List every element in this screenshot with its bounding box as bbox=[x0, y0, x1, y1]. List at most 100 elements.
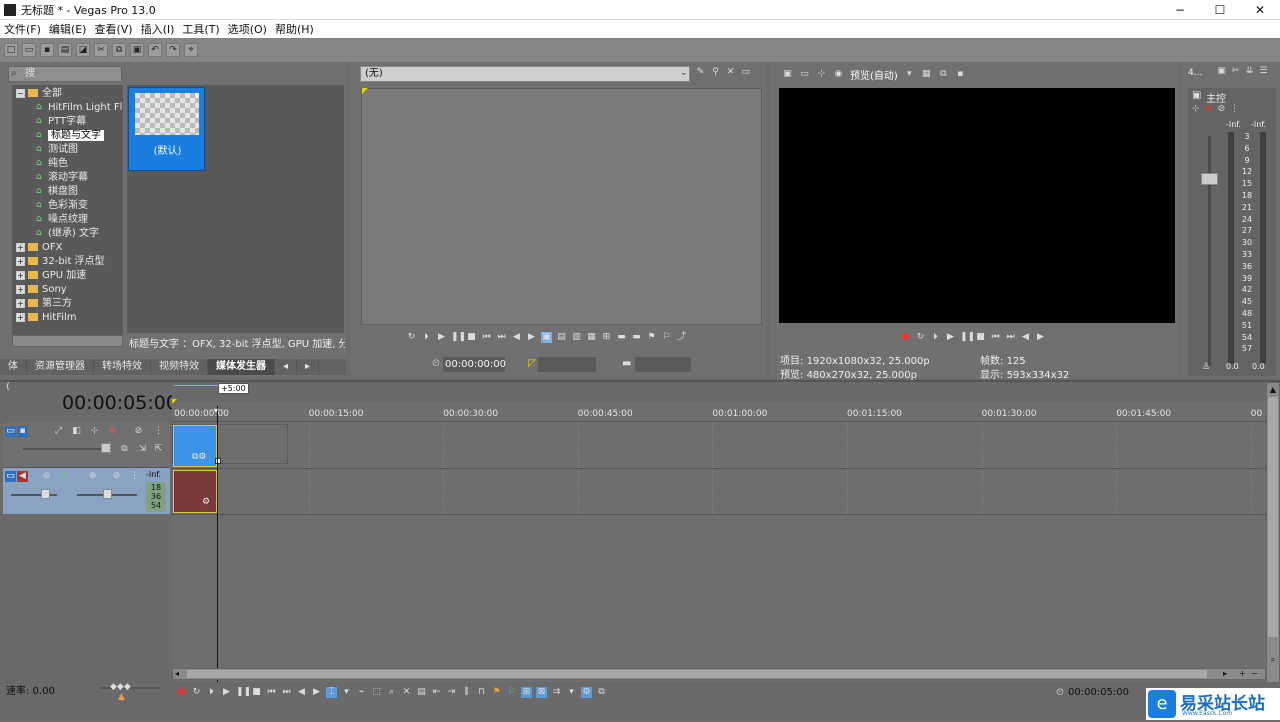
auto-crossfade-icon[interactable]: ⊠ bbox=[536, 687, 547, 698]
mixer-properties-icon[interactable]: ▣ bbox=[1216, 66, 1227, 77]
open-folder-icon[interactable]: ▭ bbox=[22, 43, 36, 57]
track-fx-icon[interactable]: ⊹ bbox=[59, 471, 70, 482]
chevron-down-icon[interactable]: ▾ bbox=[341, 687, 352, 698]
playhead-cursor[interactable] bbox=[217, 406, 218, 684]
rate-slider[interactable]: ◆◆◆ bbox=[110, 682, 131, 692]
mixer-down-icon[interactable]: ⇊ bbox=[1244, 66, 1255, 77]
zoom-tool-icon[interactable]: ⌕ bbox=[386, 687, 397, 698]
paste-icon[interactable]: ▣ bbox=[130, 43, 144, 57]
collapse-icon[interactable]: − bbox=[16, 88, 25, 98]
scroll-right-icon[interactable]: ▸ bbox=[1223, 669, 1227, 678]
region-icon[interactable]: ▬ bbox=[616, 332, 627, 343]
play-icon[interactable]: ▶ bbox=[436, 332, 447, 343]
tab-transitions[interactable]: 转场特效 bbox=[94, 359, 151, 375]
properties-icon[interactable]: ◪ bbox=[76, 43, 90, 57]
play-icon[interactable]: ▶ bbox=[945, 332, 956, 343]
tree-item-checkerboard[interactable]: ⌂ 棋盘图 bbox=[36, 185, 78, 199]
close-button[interactable]: ✕ bbox=[1240, 0, 1280, 20]
menu-tools[interactable]: 工具(T) bbox=[178, 21, 223, 37]
ignore-grouping-icon[interactable]: ⧉ bbox=[596, 687, 607, 698]
tab-edge[interactable]: 体 bbox=[0, 359, 27, 375]
selection-tool-icon[interactable]: ⬚ bbox=[371, 687, 382, 698]
fx-chain-icon[interactable]: ⊹ bbox=[1190, 104, 1201, 115]
collapse-left-icon[interactable]: ⟨ bbox=[6, 382, 10, 392]
trim-end-icon[interactable]: ⇥ bbox=[446, 687, 457, 698]
new-file-icon[interactable]: □ bbox=[4, 43, 18, 57]
tree-item-hitfilm-flare[interactable]: ⌂HitFilm Light Flar bbox=[36, 101, 123, 115]
split-screen-icon[interactable]: ⊹ bbox=[816, 69, 827, 80]
play-from-start-icon[interactable]: ⏵ bbox=[930, 332, 941, 343]
track-fx-icon[interactable]: ⊹ bbox=[89, 426, 100, 437]
go-end-icon[interactable]: ⏭ bbox=[1005, 332, 1016, 343]
tree-item-hitfilm[interactable]: + HitFilm bbox=[16, 311, 77, 325]
minimize-button[interactable]: − bbox=[1160, 0, 1200, 20]
trimmer-pin-icon[interactable]: ⚲ bbox=[710, 67, 721, 78]
maximize-button[interactable]: ☐ bbox=[1200, 0, 1240, 20]
tree-item-legacy-text[interactable]: ⌂ (继承) 文字 bbox=[36, 227, 99, 241]
add-track-icon[interactable]: ▥ bbox=[571, 332, 582, 343]
expand-icon[interactable]: + bbox=[16, 312, 25, 322]
rate-reset-icon[interactable]: ▲ bbox=[118, 692, 125, 702]
mute-icon[interactable]: ⊛ bbox=[107, 426, 118, 437]
snapping-icon[interactable]: ⊞ bbox=[521, 687, 532, 698]
motion-icon[interactable]: ⤢ bbox=[53, 426, 64, 437]
chevron-down-icon[interactable]: ⌄ bbox=[680, 68, 688, 78]
solo-icon[interactable]: ⊘ bbox=[1216, 104, 1227, 115]
stop-icon[interactable]: ■ bbox=[251, 687, 262, 698]
expand-icon[interactable]: + bbox=[16, 242, 25, 252]
mixer-menu-icon[interactable]: ☰ bbox=[1258, 66, 1269, 77]
tree-hscrollbar[interactable] bbox=[12, 335, 123, 347]
scroll-up-icon[interactable]: ▲ bbox=[1267, 385, 1279, 394]
go-start-icon[interactable]: ⏮ bbox=[481, 332, 492, 343]
trimmer-monitor-icon[interactable]: ▭ bbox=[740, 67, 751, 78]
tree-item-32bit[interactable]: +32-bit 浮点型 bbox=[16, 255, 105, 269]
undo-icon[interactable]: ↶ bbox=[148, 43, 162, 57]
zoom-in-icon[interactable]: + bbox=[1239, 669, 1246, 678]
grid-icon[interactable]: ▦ bbox=[921, 69, 932, 80]
loop-icon[interactable]: ↻ bbox=[406, 332, 417, 343]
audio-track-header[interactable]: ▭ ◀ ⊝ ⊹ ⊛ ⊘ ⋮ -Inf. 18 36 54 bbox=[3, 468, 170, 514]
region2-icon[interactable]: ▬ bbox=[631, 332, 642, 343]
cut-icon[interactable]: ✂ bbox=[94, 43, 108, 57]
vscroll-thumb[interactable] bbox=[1268, 397, 1278, 637]
video-preview[interactable] bbox=[779, 88, 1175, 323]
external-monitor-icon[interactable]: ▭ bbox=[799, 69, 810, 80]
region-flag-icon[interactable]: ⚐ bbox=[506, 687, 517, 698]
zoom-icon[interactable]: ⌕ bbox=[1267, 655, 1279, 665]
chevron-down-icon[interactable]: ▾ bbox=[904, 69, 915, 80]
trimmer-close-icon[interactable]: ✕ bbox=[725, 67, 736, 78]
tab-media-generators[interactable]: 媒体发生器 bbox=[208, 359, 275, 375]
go-start-icon[interactable]: ⏮ bbox=[266, 687, 277, 698]
timeline-vscrollbar[interactable]: ▲ ⌕ bbox=[1266, 382, 1280, 684]
stop-icon[interactable]: ■ bbox=[466, 332, 477, 343]
mixer-tab[interactable]: 4... bbox=[1188, 68, 1202, 78]
trimmer-dropdown[interactable]: (无) bbox=[360, 66, 690, 82]
tree-item-gpu[interactable]: + GPU 加速 bbox=[16, 269, 86, 283]
ripple-icon[interactable]: ⇉ bbox=[551, 687, 562, 698]
scroll-left-icon[interactable]: ◂ bbox=[175, 669, 179, 678]
trimmer-view[interactable] bbox=[361, 88, 762, 325]
menu-view[interactable]: 查看(V) bbox=[90, 21, 136, 37]
copy-snapshot-icon[interactable]: ⧉ bbox=[938, 69, 949, 80]
loop-icon[interactable]: ↻ bbox=[915, 332, 926, 343]
tree-item-solid-color[interactable]: ⌂ 纯色 bbox=[36, 157, 68, 171]
go-start-icon[interactable]: ⏮ bbox=[990, 332, 1001, 343]
track-menu-icon[interactable]: ⋮ bbox=[129, 471, 140, 482]
redo-icon[interactable]: ↷ bbox=[166, 43, 180, 57]
menu-edit[interactable]: 编辑(E) bbox=[45, 21, 91, 37]
volume-slider[interactable] bbox=[41, 489, 50, 499]
trim-start-icon[interactable]: ⇤ bbox=[431, 687, 442, 698]
preset-default[interactable]: (默认) bbox=[128, 87, 205, 171]
go-end-icon[interactable]: ⏭ bbox=[281, 687, 292, 698]
copy-icon[interactable]: ⧉ bbox=[112, 43, 126, 57]
time-ruler[interactable]: 00:00:00:00 00:00:15:00 00:00:30:00 00:00:4… bbox=[172, 406, 1266, 422]
next-frame-icon[interactable]: ▶ bbox=[1035, 332, 1046, 343]
expand-icon[interactable]: + bbox=[16, 284, 25, 294]
tree-item-third-party[interactable]: + 第三方 bbox=[16, 297, 72, 311]
pan-slider[interactable] bbox=[103, 489, 112, 499]
pause-icon[interactable]: ❚❚ bbox=[960, 332, 975, 343]
audio-clip[interactable]: ⚙ bbox=[173, 470, 217, 513]
composite-mode-icon[interactable]: ⧉ bbox=[119, 444, 130, 455]
hscroll-thumb[interactable] bbox=[187, 670, 1207, 678]
tree-item-titles-text[interactable]: ⌂ 标题与文字 bbox=[36, 129, 104, 143]
